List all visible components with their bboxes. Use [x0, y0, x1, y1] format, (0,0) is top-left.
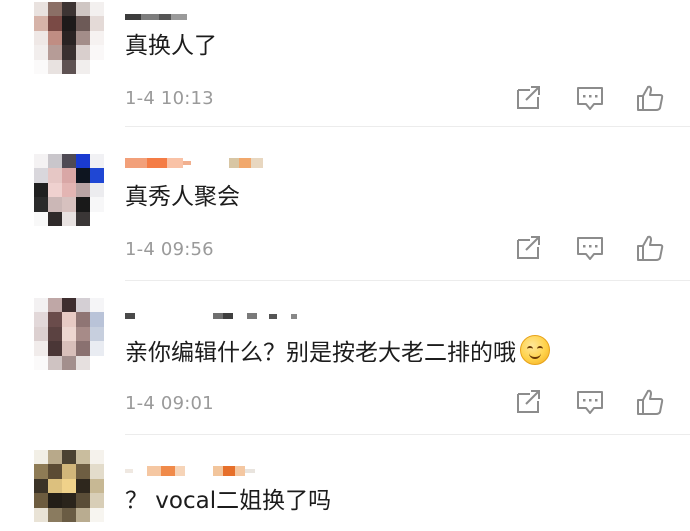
comment-text: ？ vocal二姐换了吗 — [125, 488, 332, 514]
smile-emoji-icon — [520, 335, 550, 365]
comment-text: 亲你编辑什么？别是按老大老二排的哦 — [125, 335, 550, 368]
share-icon[interactable] — [514, 84, 544, 112]
comment-text-body: 亲你编辑什么？别是按老大老二排的哦 — [125, 340, 516, 366]
comment-actions — [514, 234, 664, 262]
comment-text: 真换人了 — [125, 33, 217, 59]
avatar[interactable] — [34, 154, 104, 226]
username-blurred[interactable] — [125, 309, 297, 323]
comment-icon[interactable] — [575, 84, 605, 112]
share-icon[interactable] — [514, 388, 544, 416]
divider — [125, 434, 690, 435]
comment-icon[interactable] — [575, 388, 605, 416]
divider — [125, 126, 690, 127]
like-icon[interactable] — [635, 234, 665, 262]
comment-actions — [514, 388, 664, 416]
share-icon[interactable] — [514, 234, 544, 262]
username-blurred[interactable] — [125, 464, 255, 478]
like-icon[interactable] — [635, 388, 665, 416]
avatar[interactable] — [34, 2, 104, 74]
comment-actions — [514, 84, 664, 112]
username-blurred[interactable] — [125, 156, 263, 170]
like-icon[interactable] — [635, 84, 665, 112]
username-blurred[interactable] — [125, 10, 187, 24]
avatar[interactable] — [34, 298, 104, 370]
comment-time: 1-4 09:01 — [125, 393, 214, 414]
comment-icon[interactable] — [575, 234, 605, 262]
comment-text: 真秀人聚会 — [125, 184, 240, 210]
avatar[interactable] — [34, 450, 104, 522]
comment-time: 1-4 09:56 — [125, 239, 214, 260]
divider — [125, 280, 690, 281]
comment-time: 1-4 10:13 — [125, 88, 214, 109]
